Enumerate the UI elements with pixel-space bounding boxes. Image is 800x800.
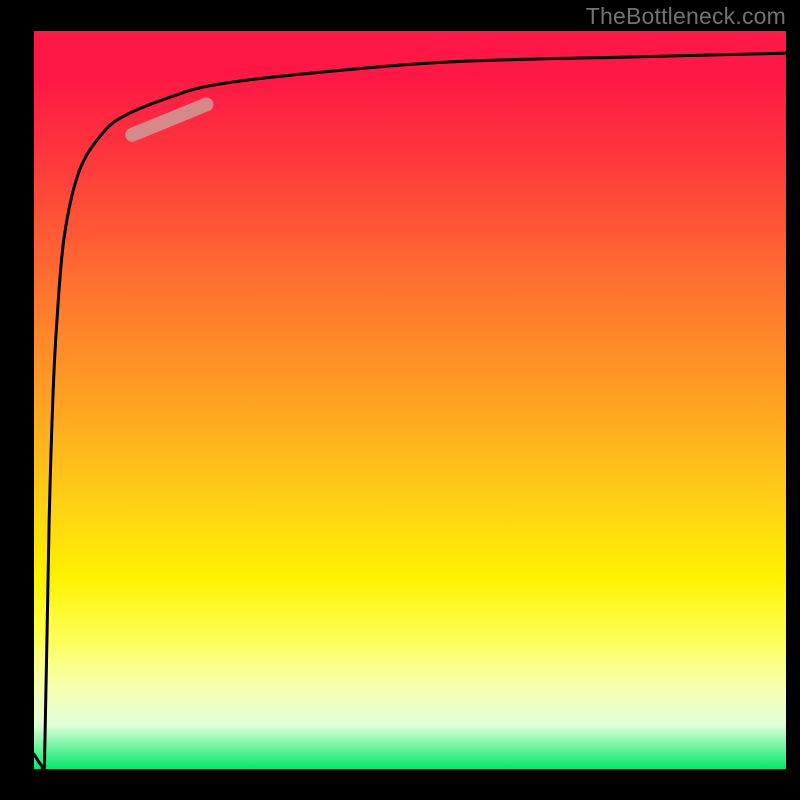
attribution-label: TheBottleneck.com [586,3,786,30]
curve-line [34,31,786,769]
curve-path [34,53,786,781]
highlight-marker [132,104,206,134]
chart-container: TheBottleneck.com [0,0,800,800]
plot-area [34,31,786,769]
